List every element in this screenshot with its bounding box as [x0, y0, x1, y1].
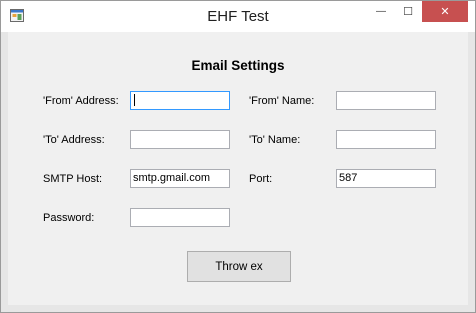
- port-label: Port:: [249, 173, 273, 185]
- password-label: Password:: [43, 212, 95, 224]
- from-name-input[interactable]: [336, 91, 436, 110]
- from-address-input[interactable]: [130, 91, 230, 110]
- to-name-input[interactable]: [336, 130, 436, 149]
- smtp-host-input[interactable]: smtp.gmail.com: [130, 169, 230, 188]
- password-input[interactable]: [130, 208, 230, 227]
- throw-ex-button[interactable]: Throw ex: [187, 251, 291, 282]
- close-icon: ✕: [440, 6, 450, 18]
- to-address-label: 'To' Address:: [43, 134, 105, 146]
- email-settings-heading: Email Settings: [191, 58, 285, 73]
- minimize-button[interactable]: —: [368, 1, 394, 22]
- maximize-button[interactable]: ☐: [395, 1, 421, 22]
- text-caret: [134, 94, 135, 106]
- from-address-label: 'From' Address:: [43, 95, 119, 107]
- port-input[interactable]: 587: [336, 169, 436, 188]
- smtp-host-label: SMTP Host:: [43, 173, 103, 185]
- form-client-area: Email Settings 'From' Address: 'From' Na…: [8, 32, 468, 305]
- minimize-icon: —: [376, 6, 386, 17]
- app-window: EHF Test — ☐ ✕ Email Settings 'From' Add…: [0, 0, 476, 313]
- from-name-label: 'From' Name:: [249, 95, 315, 107]
- to-name-label: 'To' Name:: [249, 134, 301, 146]
- close-button[interactable]: ✕: [422, 1, 468, 22]
- title-bar[interactable]: EHF Test — ☐ ✕: [1, 1, 475, 32]
- to-address-input[interactable]: [130, 130, 230, 149]
- maximize-icon: ☐: [403, 6, 413, 18]
